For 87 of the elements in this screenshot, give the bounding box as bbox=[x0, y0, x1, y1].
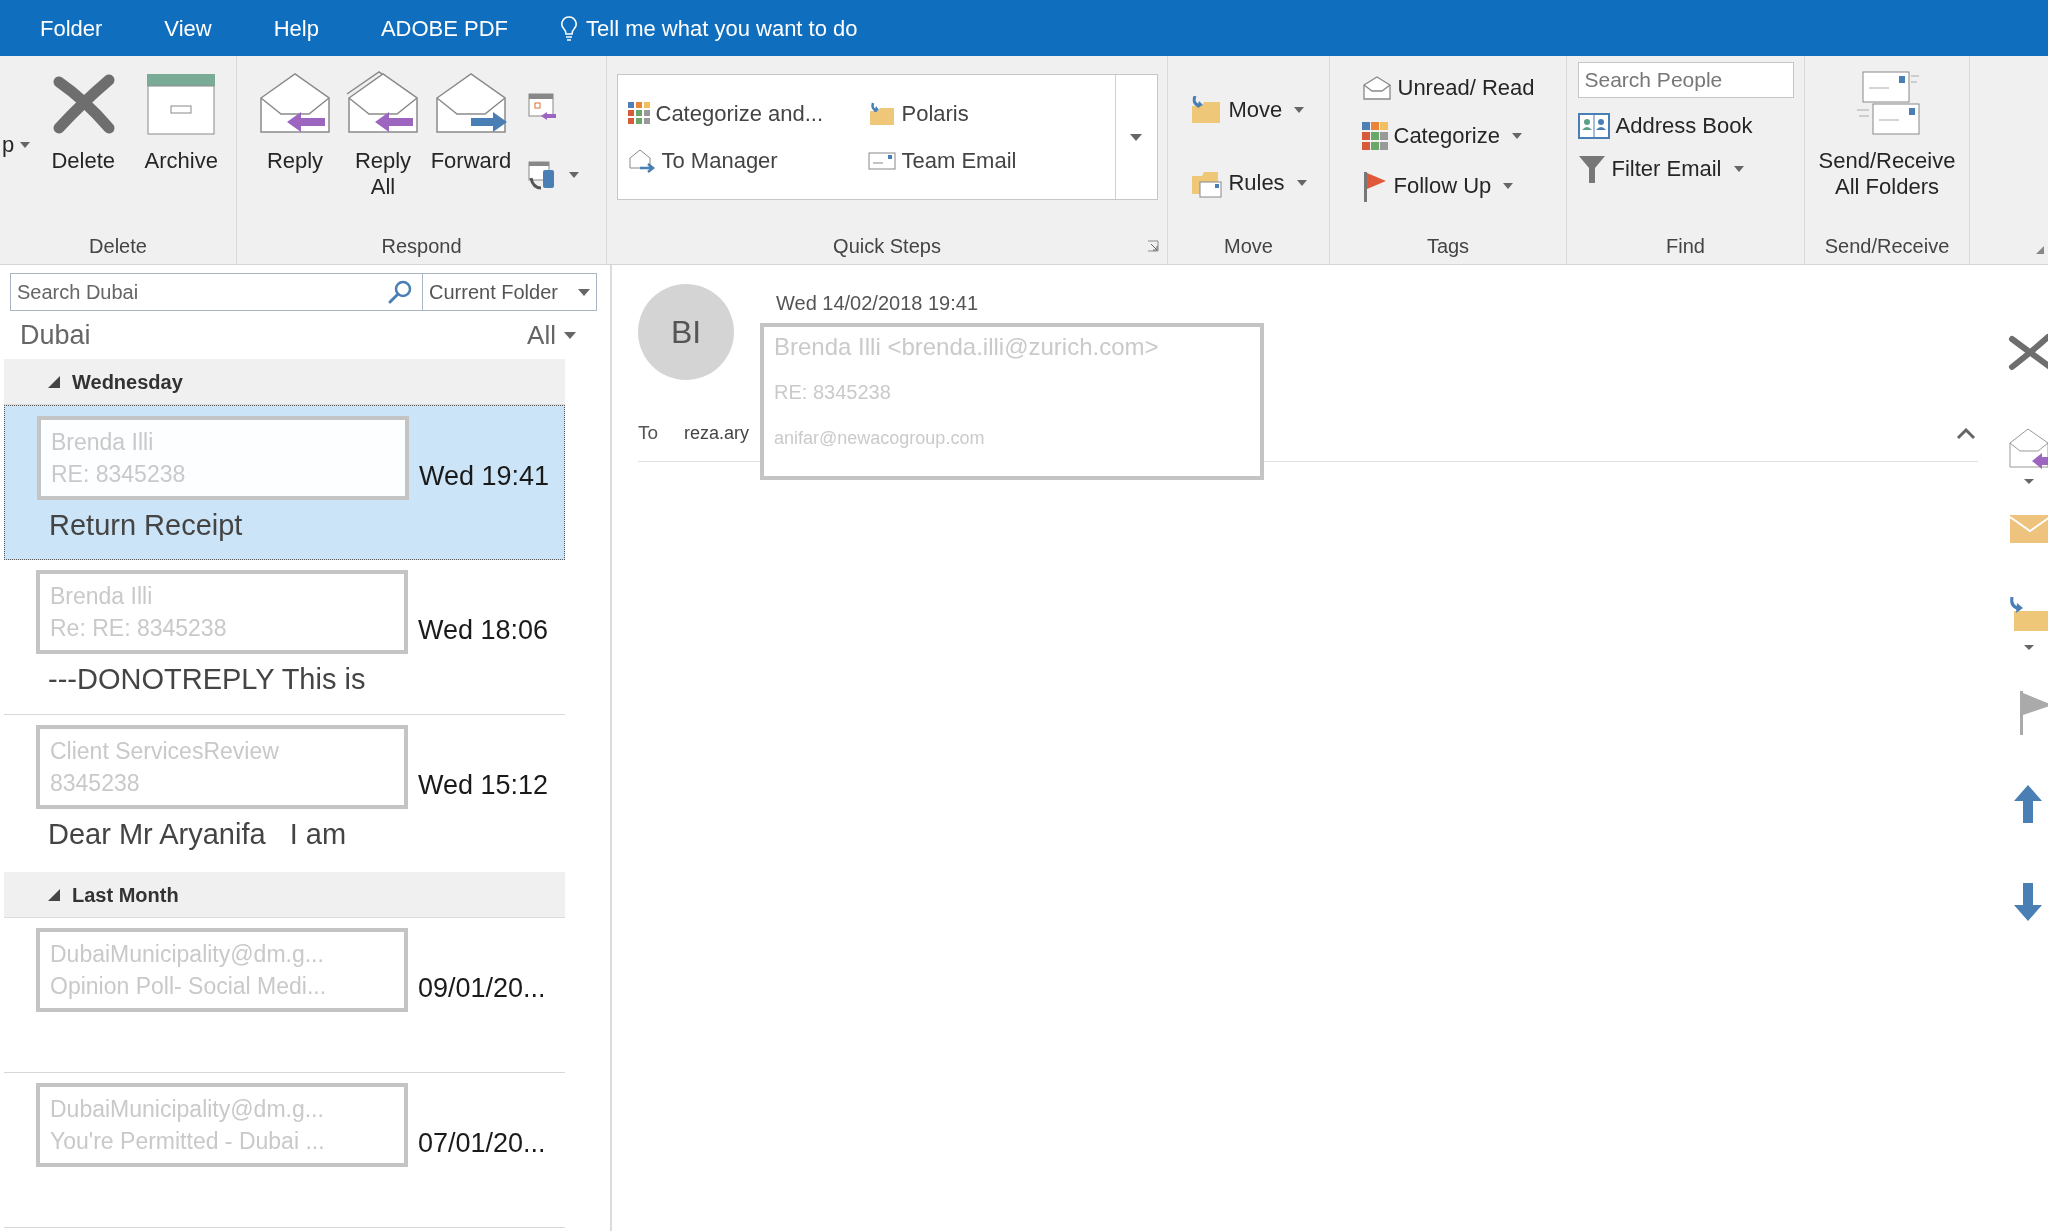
envelope-arrow-icon bbox=[627, 147, 656, 174]
launcher-icon bbox=[1147, 240, 1159, 252]
chevron-up-icon bbox=[1956, 427, 1976, 440]
folder-title: Dubai bbox=[20, 318, 91, 352]
group-label: Move bbox=[1224, 234, 1273, 259]
group-label: Find bbox=[1666, 234, 1705, 259]
message-preview: Return Receipt bbox=[48, 508, 244, 543]
ribbon-button[interactable]: Send/Receive All Folders bbox=[1812, 56, 1962, 200]
caret-icon bbox=[2036, 246, 2044, 254]
scope-dropdown[interactable]: Current Folder bbox=[423, 273, 597, 311]
caret-icon bbox=[1511, 133, 1522, 139]
folder-arrow-icon bbox=[1190, 96, 1223, 124]
dialog-launcher-button[interactable] bbox=[1147, 240, 1159, 252]
ribbon-button[interactable]: Unread/ Read bbox=[1361, 74, 1535, 102]
ribbon-button[interactable]: Rules bbox=[1190, 168, 1307, 198]
caret-icon bbox=[564, 331, 576, 339]
group-label: Quick Steps bbox=[833, 234, 941, 259]
quick-step[interactable]: Polaris bbox=[867, 97, 1115, 130]
ribbon-button[interactable]: Move bbox=[1190, 96, 1307, 124]
flag-icon bbox=[1361, 170, 1388, 202]
recipient-address: reza.ary bbox=[684, 422, 750, 445]
address-book-icon bbox=[1577, 112, 1610, 140]
folder-arrow-icon bbox=[867, 100, 896, 127]
caret-icon bbox=[1733, 166, 1744, 172]
message-time: Wed 15:12 bbox=[418, 768, 549, 802]
ribbon-button[interactable]: p bbox=[2, 128, 31, 161]
message-time: 09/01/20... bbox=[418, 971, 546, 1005]
ribbon-button[interactable]: Address Book bbox=[1577, 112, 1794, 140]
search-field[interactable]: Search Dubai bbox=[10, 273, 423, 311]
quick-step[interactable]: Team Email bbox=[867, 144, 1115, 177]
color-grid-icon bbox=[1361, 122, 1388, 150]
ribbon-button[interactable]: Reply All bbox=[343, 56, 423, 200]
caret-icon bbox=[1503, 183, 1514, 189]
caret-icon bbox=[1130, 133, 1142, 141]
ribbon-button[interactable]: Delete bbox=[38, 56, 129, 174]
message-preview: Dear Mr Aryanifa I am bbox=[47, 817, 348, 852]
calendar-reply-icon bbox=[527, 92, 557, 122]
color-grid-icon bbox=[627, 101, 650, 126]
ribbon-button[interactable]: Categorize bbox=[1361, 122, 1535, 150]
open-envelope-icon bbox=[1361, 75, 1392, 101]
message-date: Wed 14/02/2018 19:41 bbox=[776, 291, 979, 316]
group-header[interactable]: Last Month bbox=[4, 872, 565, 918]
ribbon-button[interactable]: Archive bbox=[136, 56, 227, 174]
group-header[interactable]: Wednesday bbox=[4, 359, 565, 405]
caret-icon bbox=[1296, 180, 1307, 186]
tell-me-field[interactable]: Tell me what you want to do bbox=[560, 8, 858, 48]
caret-icon bbox=[569, 172, 579, 178]
message-time: Wed 18:06 bbox=[418, 613, 549, 647]
sender-avatar: BI bbox=[638, 284, 734, 380]
menu-tab[interactable]: Help bbox=[265, 8, 327, 48]
filter-icon bbox=[1577, 154, 1606, 184]
search-people-field[interactable]: Search People bbox=[1577, 62, 1794, 98]
message-preview: ---DONOTREPLY This is bbox=[47, 662, 367, 697]
menu-tab[interactable]: Folder bbox=[32, 8, 111, 48]
envelope-icon bbox=[2008, 513, 2048, 545]
ribbon-button[interactable]: Reply bbox=[251, 56, 339, 174]
ribbon-button[interactable]: Filter Email bbox=[1577, 154, 1794, 184]
filter-dropdown[interactable]: All bbox=[527, 315, 576, 355]
lightbulb-icon bbox=[560, 15, 579, 41]
group-label: Tags bbox=[1426, 234, 1470, 259]
ribbon-button[interactable]: Follow Up bbox=[1361, 170, 1535, 202]
collapse-triangle-icon bbox=[48, 888, 60, 901]
ribbon-button[interactable]: Forward bbox=[427, 56, 515, 174]
envelope-card-icon bbox=[867, 150, 896, 171]
group-label: Delete bbox=[89, 234, 147, 259]
collapse-ribbon-button[interactable] bbox=[2036, 246, 2044, 254]
icon-button[interactable] bbox=[527, 160, 579, 190]
quick-step[interactable]: To Manager bbox=[627, 144, 868, 177]
calendar-phone-icon bbox=[527, 160, 557, 190]
message-time: 07/01/20... bbox=[418, 1126, 546, 1160]
side-toolbar-button[interactable] bbox=[2008, 427, 2048, 487]
reply-icon bbox=[2008, 427, 2048, 487]
menu-tab[interactable]: View bbox=[156, 8, 220, 48]
group-label: Respond bbox=[381, 234, 462, 259]
message-time: Wed 19:41 bbox=[419, 459, 550, 493]
delete-icon bbox=[2008, 333, 2048, 373]
caret-icon bbox=[578, 288, 590, 296]
group-label: Send/Receive bbox=[1824, 234, 1950, 259]
to-label: To bbox=[638, 421, 659, 446]
caret-icon bbox=[20, 141, 31, 148]
collapse-triangle-icon bbox=[48, 375, 60, 388]
caret-icon bbox=[1294, 107, 1305, 113]
search-icon bbox=[387, 279, 413, 305]
menu-tab[interactable]: ADOBE PDF bbox=[372, 8, 517, 48]
side-toolbar-button[interactable] bbox=[2008, 333, 2048, 373]
collapse-header-button[interactable] bbox=[1956, 427, 1976, 440]
quick-step[interactable]: Categorize and... bbox=[627, 97, 868, 130]
